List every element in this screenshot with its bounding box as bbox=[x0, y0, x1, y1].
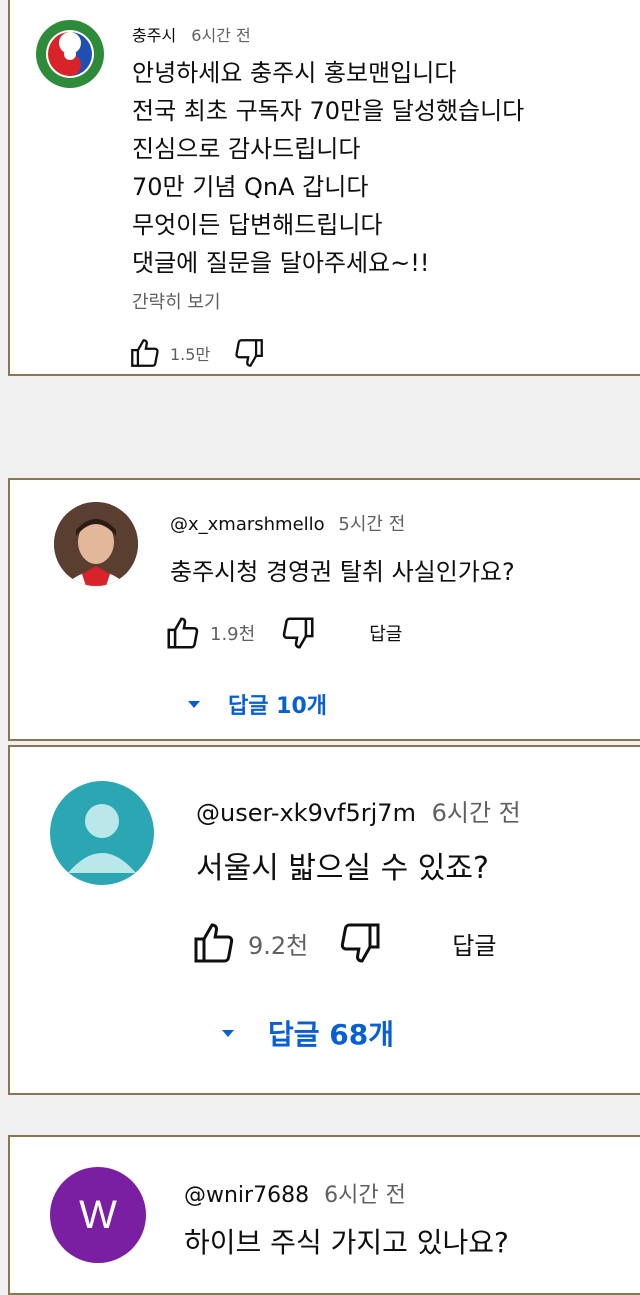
thumbs-up-icon[interactable] bbox=[190, 919, 238, 967]
reply-button[interactable]: 답글 bbox=[369, 620, 402, 646]
default-user-icon bbox=[68, 804, 136, 873]
avatar[interactable] bbox=[54, 502, 138, 586]
comment-time[interactable]: 5시간 전 bbox=[338, 514, 405, 535]
comment-line: 무엇이든 답변해드립니다 bbox=[132, 211, 383, 239]
reply-button[interactable]: 답글 bbox=[452, 926, 496, 961]
like-count: 9.2천 bbox=[248, 931, 309, 960]
thumbs-up-icon[interactable] bbox=[164, 614, 202, 652]
caret-down-icon bbox=[222, 1029, 234, 1037]
comment-time[interactable]: 6시간 전 bbox=[191, 26, 250, 45]
comment-time[interactable]: 6시간 전 bbox=[432, 799, 521, 827]
avatar[interactable] bbox=[34, 18, 106, 90]
comment-line: 70만 기념 QnA 갑니다 bbox=[132, 173, 369, 201]
comment-actions: 1.9천 답글 bbox=[164, 614, 402, 652]
comment-text: 서울시 밟으실 수 있죠? bbox=[196, 851, 489, 886]
comment-actions: 1.5만 bbox=[128, 336, 266, 370]
comment-line: 전국 최초 구독자 70만을 달성했습니다 bbox=[132, 97, 525, 125]
comment-meta: 충주시 6시간 전 bbox=[132, 22, 251, 46]
comment-author[interactable]: @wnir7688 bbox=[184, 1183, 309, 1208]
comment-text: 충주시청 경영권 탈취 사실인가요? bbox=[170, 558, 515, 586]
comment-card: W @wnir7688 6시간 전 하이브 주식 가지고 있나요? bbox=[8, 1135, 640, 1295]
comment-meta: @x_xmarshmello 5시간 전 bbox=[170, 510, 405, 536]
comment-author[interactable]: @x_xmarshmello bbox=[170, 514, 325, 535]
comment-author[interactable]: @user-xk9vf5rj7m bbox=[196, 799, 416, 827]
comment-card: @user-xk9vf5rj7m 6시간 전 서울시 밟으실 수 있죠? 9.2… bbox=[8, 745, 640, 1095]
comment-line: 댓글에 질문을 달아주세요~!! bbox=[132, 249, 430, 277]
comment-meta: @user-xk9vf5rj7m 6시간 전 bbox=[196, 793, 521, 828]
comment-text: 안녕하세요 충주시 홍보맨입니다 전국 최초 구독자 70만을 달성했습니다 진… bbox=[132, 54, 524, 282]
view-replies-button[interactable]: 답글 10개 bbox=[188, 688, 327, 720]
like-count: 1.9천 bbox=[210, 624, 256, 645]
caret-down-icon bbox=[188, 700, 200, 708]
thumbs-down-icon[interactable] bbox=[336, 919, 384, 967]
show-less-link[interactable]: 간략히 보기 bbox=[132, 288, 221, 314]
comment-text: 하이브 주식 가지고 있나요? bbox=[184, 1226, 509, 1259]
comment-card: @x_xmarshmello 5시간 전 충주시청 경영권 탈취 사실인가요? … bbox=[8, 478, 640, 741]
profile-photo-icon bbox=[54, 502, 138, 586]
replies-label: 답글 68개 bbox=[268, 1018, 394, 1051]
comment-card: 충주시 6시간 전 안녕하세요 충주시 홍보맨입니다 전국 최초 구독자 70만… bbox=[8, 0, 640, 376]
view-replies-button[interactable]: 답글 68개 bbox=[222, 1013, 394, 1053]
comment-time[interactable]: 6시간 전 bbox=[324, 1183, 406, 1208]
chungju-logo-icon bbox=[36, 20, 104, 88]
comment-line: 안녕하세요 충주시 홍보맨입니다 bbox=[132, 59, 457, 87]
like-count: 1.5만 bbox=[170, 345, 211, 364]
avatar[interactable] bbox=[50, 781, 154, 885]
thumbs-down-icon[interactable] bbox=[232, 336, 266, 370]
avatar-letter: W bbox=[79, 1192, 117, 1237]
comment-line: 진심으로 감사드립니다 bbox=[132, 135, 361, 163]
thumbs-down-icon[interactable] bbox=[279, 614, 317, 652]
comment-meta: @wnir7688 6시간 전 bbox=[184, 1177, 406, 1209]
avatar[interactable]: W bbox=[50, 1167, 146, 1263]
comment-author[interactable]: 충주시 bbox=[132, 26, 176, 45]
thumbs-up-icon[interactable] bbox=[128, 336, 162, 370]
replies-label: 답글 10개 bbox=[228, 694, 327, 719]
comment-actions: 9.2천 답글 bbox=[190, 919, 496, 967]
